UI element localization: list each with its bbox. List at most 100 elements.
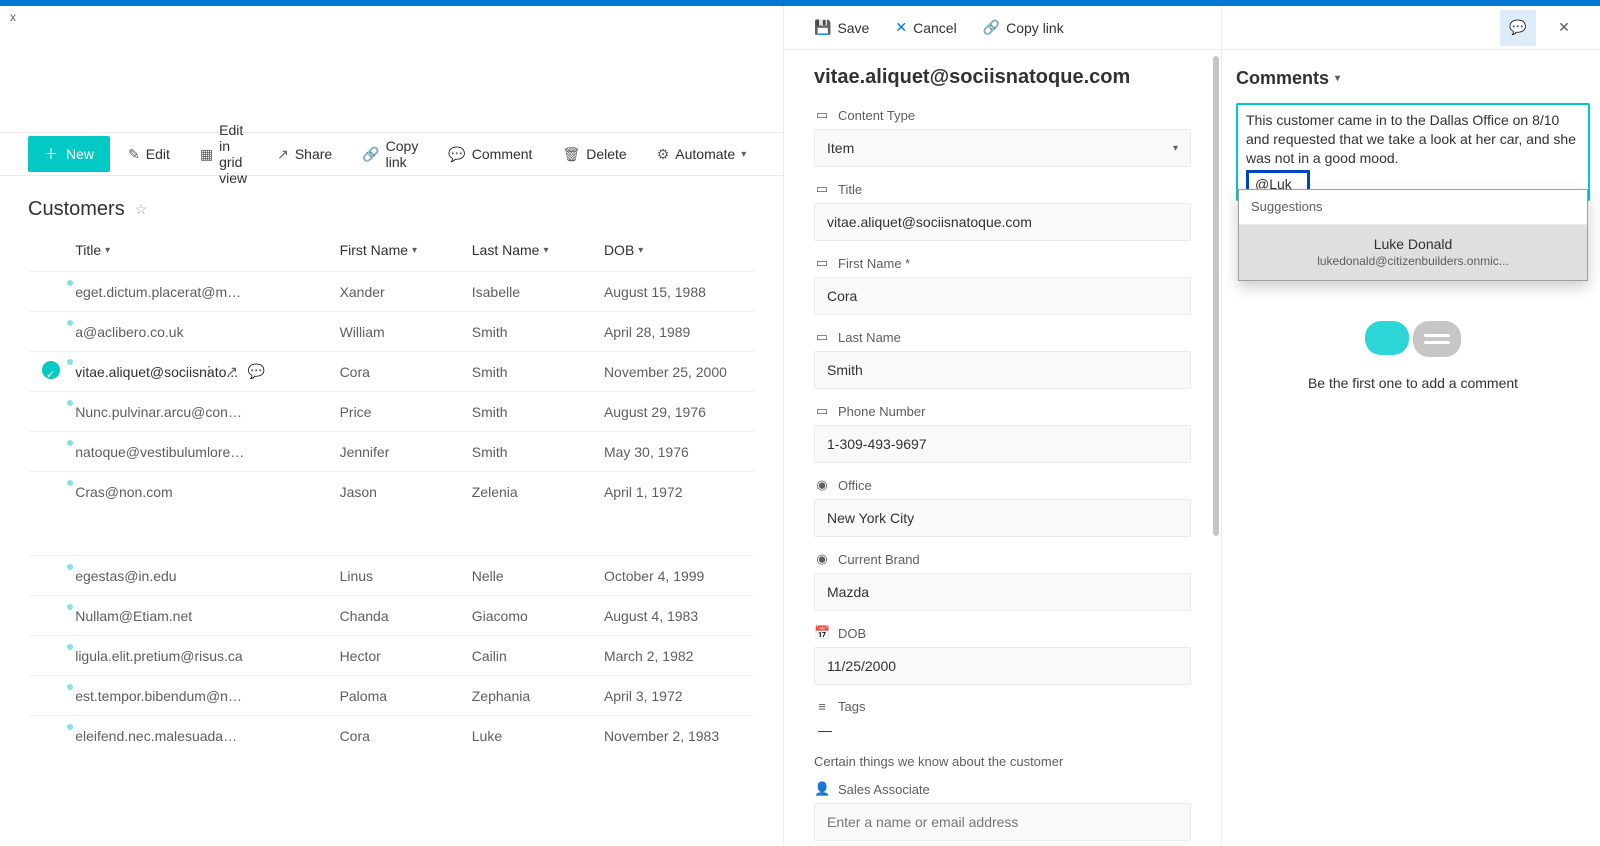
table-row[interactable]: Cras@non.comJasonZeleniaApril 1, 1972	[28, 471, 755, 511]
choice-icon: ◉	[814, 477, 830, 493]
cell-title[interactable]: Nunc.pulvinar.arcu@conubianostraper.edu	[75, 404, 339, 420]
cell-first-name: Cora	[340, 364, 472, 380]
cell-first-name: Linus	[340, 568, 472, 584]
office-input[interactable]	[814, 499, 1191, 537]
cell-dob: April 1, 1972	[604, 484, 755, 500]
dob-input[interactable]	[814, 647, 1191, 685]
text-icon: ▭	[814, 255, 830, 271]
field-label: Current Brand	[838, 552, 920, 567]
content-type-select[interactable]: Item ▾	[814, 129, 1191, 167]
comment-button[interactable]: 💬 Comment	[436, 140, 544, 169]
calendar-icon: 📅	[814, 625, 830, 641]
phone-input[interactable]	[814, 425, 1191, 463]
table-row[interactable]: ligula.elit.pretium@risus.caHectorCailin…	[28, 635, 755, 675]
table-row[interactable]: eget.dictum.placerat@mattis.caXanderIsab…	[28, 271, 755, 311]
cancel-button[interactable]: ✕ Cancel	[887, 13, 964, 42]
cell-title[interactable]: Nullam@Etiam.net	[75, 608, 339, 624]
comments-pane: 💬 ✕ Comments ▾ This customer came in to …	[1222, 6, 1600, 846]
cell-title[interactable]: est.tempor.bibendum@neccursusa.com	[75, 688, 339, 704]
flow-icon: ⚙	[657, 146, 670, 163]
text-icon: ▭	[814, 403, 830, 419]
list-toolbar: ＋ New ✎ Edit ▦ Edit in grid view ↗ Share…	[0, 132, 783, 176]
list-header: Customers ☆	[0, 176, 783, 229]
row-gap	[28, 511, 755, 555]
comment-icon: 💬	[1509, 19, 1526, 36]
field-dob: 📅DOB	[814, 625, 1191, 685]
table-row[interactable]: Nullam@Etiam.netChandaGiacomoAugust 4, 1…	[28, 595, 755, 635]
field-office: ◉Office	[814, 477, 1191, 537]
save-label: Save	[837, 20, 869, 36]
share-icon[interactable]: ↗	[226, 363, 238, 380]
title-input[interactable]	[814, 203, 1191, 241]
field-title: ▭Title	[814, 181, 1191, 241]
cell-last-name: Giacomo	[472, 608, 604, 624]
table-row[interactable]: est.tempor.bibendum@neccursusa.comPaloma…	[28, 675, 755, 715]
edit-button[interactable]: ✎ Edit	[116, 140, 182, 169]
cell-title[interactable]: vitae.aliquet@sociisnato...⋮↗💬	[75, 363, 339, 380]
field-last-name: ▭Last Name	[814, 329, 1191, 389]
table-row[interactable]: natoque@vestibulumlorem.eduJenniferSmith…	[28, 431, 755, 471]
save-button[interactable]: 💾 Save	[806, 13, 877, 42]
comments-toggle-button[interactable]: 💬	[1500, 10, 1536, 46]
new-button[interactable]: ＋ New	[28, 136, 110, 172]
col-last-name[interactable]: Last Name ▾	[472, 242, 604, 258]
cell-title[interactable]: eleifend.nec.malesuada@atrisus.ca	[75, 728, 339, 744]
close-panel-button[interactable]: ✕	[1546, 10, 1582, 46]
delete-label: Delete	[586, 146, 626, 162]
suggestion-email: lukedonald@citizenbuilders.onmic...	[1253, 253, 1573, 269]
table-row[interactable]: vitae.aliquet@sociisnato...⋮↗💬CoraSmithN…	[28, 351, 755, 391]
field-label: Phone Number	[838, 404, 925, 419]
list-title: Customers	[28, 198, 125, 221]
col-title[interactable]: Title ▾	[75, 242, 339, 258]
new-comment-box[interactable]: This customer came in to the Dallas Offi…	[1236, 103, 1590, 201]
cell-dob: April 3, 1972	[604, 688, 755, 704]
share-button[interactable]: ↗ Share	[265, 140, 344, 169]
col-dob[interactable]: DOB ▾	[604, 242, 755, 258]
delete-button[interactable]: 🗑 Delete	[550, 140, 638, 169]
detail-copy-link-button[interactable]: 🔗 Copy link	[975, 13, 1072, 42]
copy-link-button[interactable]: 🔗 Copy link	[350, 132, 430, 176]
comment-icon[interactable]: 💬	[248, 363, 265, 380]
field-label: Content Type	[838, 108, 915, 123]
favorite-star-icon[interactable]: ☆	[135, 201, 148, 218]
customers-table: Title ▾ First Name ▾ Last Name ▾ DOB ▾ e…	[0, 229, 783, 846]
cell-title[interactable]: Cras@non.com	[75, 484, 339, 500]
more-icon[interactable]: ⋮	[202, 363, 216, 380]
trash-icon: 🗑	[562, 146, 580, 163]
comments-title[interactable]: Comments ▾	[1236, 68, 1590, 89]
main-layout: x ＋ New ✎ Edit ▦ Edit in grid view ↗ Sha…	[0, 6, 1600, 846]
comments-title-label: Comments	[1236, 68, 1329, 89]
cell-title[interactable]: eget.dictum.placerat@mattis.ca	[75, 284, 339, 300]
table-header-row: Title ▾ First Name ▾ Last Name ▾ DOB ▾	[28, 229, 755, 271]
table-row[interactable]: egestas@in.eduLinusNelleOctober 4, 1999	[28, 555, 755, 595]
cell-last-name: Smith	[472, 404, 604, 420]
link-icon: 🔗	[362, 146, 379, 163]
sales-associate-input[interactable]	[814, 803, 1191, 841]
detail-title: vitae.aliquet@sociisnatoque.com	[814, 66, 1191, 89]
brand-input[interactable]	[814, 573, 1191, 611]
field-label: Last Name	[838, 330, 901, 345]
comment-label: Comment	[472, 146, 533, 162]
cell-title[interactable]: natoque@vestibulumlorem.edu	[75, 444, 339, 460]
suggestions-label: Suggestions	[1239, 190, 1587, 225]
cell-title[interactable]: ligula.elit.pretium@risus.ca	[75, 648, 339, 664]
cell-first-name: Hector	[340, 648, 472, 664]
table-row[interactable]: a@aclibero.co.ukWilliamSmithApril 28, 19…	[28, 311, 755, 351]
suggestion-item[interactable]: Luke Donald lukedonald@citizenbuilders.o…	[1239, 225, 1587, 280]
col-title-label: Title	[75, 242, 101, 258]
last-name-input[interactable]	[814, 351, 1191, 389]
detail-scrollbar[interactable]	[1211, 56, 1219, 826]
close-icon: ✕	[895, 19, 907, 36]
save-icon: 💾	[814, 19, 831, 36]
field-label: Tags	[838, 699, 865, 714]
automate-button[interactable]: ⚙ Automate ▾	[645, 140, 759, 169]
col-first-name[interactable]: First Name ▾	[340, 242, 472, 258]
table-row[interactable]: Nunc.pulvinar.arcu@conubianostraper.eduP…	[28, 391, 755, 431]
first-name-input[interactable]	[814, 277, 1191, 315]
cell-title[interactable]: egestas@in.edu	[75, 568, 339, 584]
tags-value[interactable]: —	[814, 720, 1191, 740]
field-tags: ≡Tags —	[814, 699, 1191, 740]
cell-title[interactable]: a@aclibero.co.uk	[75, 324, 339, 340]
new-label: New	[66, 146, 94, 162]
table-row[interactable]: eleifend.nec.malesuada@atrisus.caCoraLuk…	[28, 715, 755, 755]
